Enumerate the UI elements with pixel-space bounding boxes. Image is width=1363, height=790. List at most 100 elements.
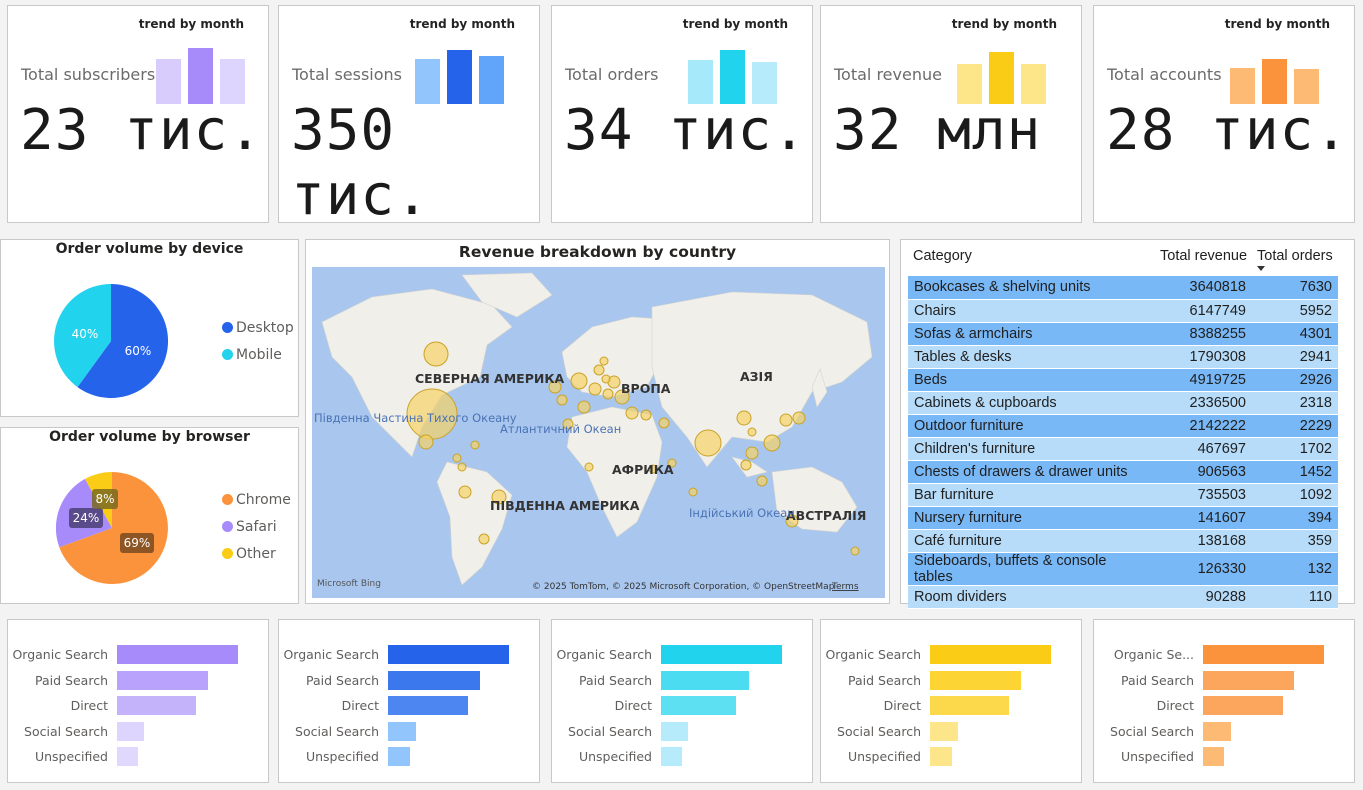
- map-copyright: © 2025 TomTom, © 2025 Microsoft Corporat…: [532, 582, 835, 592]
- cell-revenue: 8388255: [1155, 322, 1252, 346]
- channel-bar[interactable]: [661, 696, 736, 715]
- channel-label: Paid Search: [579, 672, 652, 688]
- col-header-revenue[interactable]: Total revenue: [1160, 248, 1247, 264]
- legend-item-mobile[interactable]: Mobile: [222, 341, 294, 368]
- channel-label: Unspecified: [847, 749, 921, 764]
- cell-orders: 5952: [1252, 299, 1338, 323]
- device-chart-card: Order volume by device 60% 40% Desktop M…: [0, 239, 299, 417]
- cell-orders: 110: [1252, 585, 1338, 609]
- kpi-trend-bars[interactable]: [688, 48, 777, 104]
- trend-bar[interactable]: [447, 50, 472, 104]
- table-row[interactable]: Nursery furniture 141607 394: [908, 506, 1338, 530]
- channel-label: Unspecified: [305, 749, 379, 764]
- channel-bar[interactable]: [661, 747, 682, 766]
- legend-item-other[interactable]: Other: [222, 540, 291, 567]
- channel-bar[interactable]: [930, 747, 952, 766]
- table-row[interactable]: Tables & desks 1790308 2941: [908, 345, 1338, 369]
- channel-bar[interactable]: [117, 747, 138, 766]
- table-row[interactable]: Sofas & armchairs 8388255 4301: [908, 322, 1338, 346]
- channel-bar[interactable]: [388, 721, 416, 741]
- channel-bar[interactable]: [388, 747, 410, 766]
- trend-bar[interactable]: [188, 48, 213, 104]
- map-card: Revenue breakdown by country СЕВЕРНАЯ АМ…: [305, 239, 890, 604]
- cell-orders: 4301: [1252, 322, 1338, 346]
- map-label-africa: АФРИКА: [612, 462, 674, 477]
- table-row[interactable]: Children's furniture 467697 1702: [908, 437, 1338, 461]
- table-row[interactable]: Bar furniture 735503 1092: [908, 483, 1338, 507]
- table-row[interactable]: Chairs 6147749 5952: [908, 299, 1338, 323]
- trend-bar[interactable]: [479, 56, 504, 104]
- cell-orders: 359: [1252, 529, 1338, 553]
- channel-bar[interactable]: [930, 696, 1009, 715]
- map-terms-link[interactable]: Terms: [831, 582, 859, 592]
- kpi-trend-bars[interactable]: [415, 48, 504, 104]
- cell-revenue: 4919725: [1155, 368, 1252, 392]
- cell-revenue: 3640818: [1155, 276, 1252, 300]
- channel-bar[interactable]: [1203, 696, 1283, 715]
- slice-label-desktop: 60%: [125, 344, 152, 358]
- channel-bar[interactable]: [1203, 645, 1324, 664]
- channel-bar[interactable]: [930, 645, 1051, 664]
- channel-bar[interactable]: [1203, 721, 1231, 741]
- table-row[interactable]: Room dividers 90288 110: [908, 585, 1338, 609]
- channel-bar[interactable]: [388, 670, 480, 690]
- col-header-category[interactable]: Category: [913, 248, 972, 264]
- channel-label: Organic Search: [283, 647, 379, 662]
- table-row[interactable]: Chests of drawers & drawer units 906563 14…: [908, 460, 1338, 484]
- channel-bar[interactable]: [117, 645, 238, 664]
- kpi-card[interactable]: trend by month Total accounts 28 тис.: [1093, 5, 1355, 223]
- kpi-trend-bars[interactable]: [1230, 48, 1319, 104]
- channel-bar[interactable]: [661, 645, 782, 664]
- channel-bar[interactable]: [117, 721, 144, 741]
- col-header-orders[interactable]: Total orders: [1257, 248, 1333, 264]
- kpi-card[interactable]: trend by month Total subscribers 23 тис.: [7, 5, 269, 223]
- cell-category: Tables & desks: [908, 345, 1155, 369]
- channel-bar[interactable]: [1203, 670, 1294, 690]
- trend-bar[interactable]: [720, 50, 745, 104]
- channel-bar[interactable]: [117, 670, 208, 690]
- kpi-card[interactable]: trend by month Total orders 34 тис.: [551, 5, 813, 223]
- cell-category: Sideboards, buffets & console tables: [908, 552, 1155, 586]
- kpi-trend-bars[interactable]: [957, 48, 1046, 104]
- trend-bar[interactable]: [989, 52, 1014, 104]
- cell-orders: 1452: [1252, 460, 1338, 484]
- kpi-trend-bars[interactable]: [156, 48, 245, 104]
- kpi-trend-label: trend by month: [1224, 17, 1330, 31]
- cell-revenue: 2142222: [1155, 414, 1252, 438]
- channel-bar[interactable]: [930, 670, 1021, 690]
- world-map[interactable]: СЕВЕРНАЯ АМЕРИКА ВРОПА АЗІЯ АФРИКА ПІВДЕ…: [312, 267, 885, 598]
- table-row[interactable]: Café furniture 138168 359: [908, 529, 1338, 553]
- channel-bar[interactable]: [388, 696, 468, 715]
- channel-bar[interactable]: [117, 696, 196, 715]
- cell-orders: 1092: [1252, 483, 1338, 507]
- channel-label: Organic Search: [556, 647, 652, 662]
- kpi-label: Total accounts: [1107, 65, 1222, 84]
- kpi-card[interactable]: trend by month Total sessions 350 тис.: [278, 5, 540, 228]
- table-row[interactable]: Sideboards, buffets & console tables 1263…: [908, 552, 1338, 586]
- channel-bar[interactable]: [930, 721, 958, 741]
- channel-bar[interactable]: [661, 721, 688, 741]
- table-row[interactable]: Bookcases & shelving units 3640818 7630: [908, 276, 1338, 300]
- channel-bar[interactable]: [388, 645, 509, 664]
- channel-bar[interactable]: [1203, 747, 1224, 766]
- legend-item-chrome[interactable]: Chrome: [222, 486, 291, 513]
- kpi-label: Total orders: [565, 65, 659, 84]
- kpi-card[interactable]: trend by month Total revenue 32 млн: [820, 5, 1082, 223]
- channel-bar[interactable]: [661, 670, 749, 690]
- cell-category: Beds: [908, 368, 1155, 392]
- table-row[interactable]: Outdoor furniture 2142222 2229: [908, 414, 1338, 438]
- map-label-pacific: Південна Частина Тихого Океану: [314, 411, 517, 425]
- cell-category: Chairs: [908, 299, 1155, 323]
- map-label-indian: Індійський Океан: [689, 506, 795, 520]
- map-label-north-america: СЕВЕРНАЯ АМЕРИКА: [415, 371, 565, 386]
- legend-item-desktop[interactable]: Desktop: [222, 314, 294, 341]
- legend-item-safari[interactable]: Safari: [222, 513, 291, 540]
- channel-label: Organic Search: [12, 647, 108, 662]
- cell-category: Nursery furniture: [908, 506, 1155, 530]
- channel-label: Paid Search: [35, 672, 108, 688]
- channel-label: Social Search: [295, 723, 379, 739]
- cell-orders: 2941: [1252, 345, 1338, 369]
- table-row[interactable]: Beds 4919725 2926: [908, 368, 1338, 392]
- channel-label: Direct: [614, 698, 652, 713]
- table-row[interactable]: Cabinets & cupboards 2336500 2318: [908, 391, 1338, 415]
